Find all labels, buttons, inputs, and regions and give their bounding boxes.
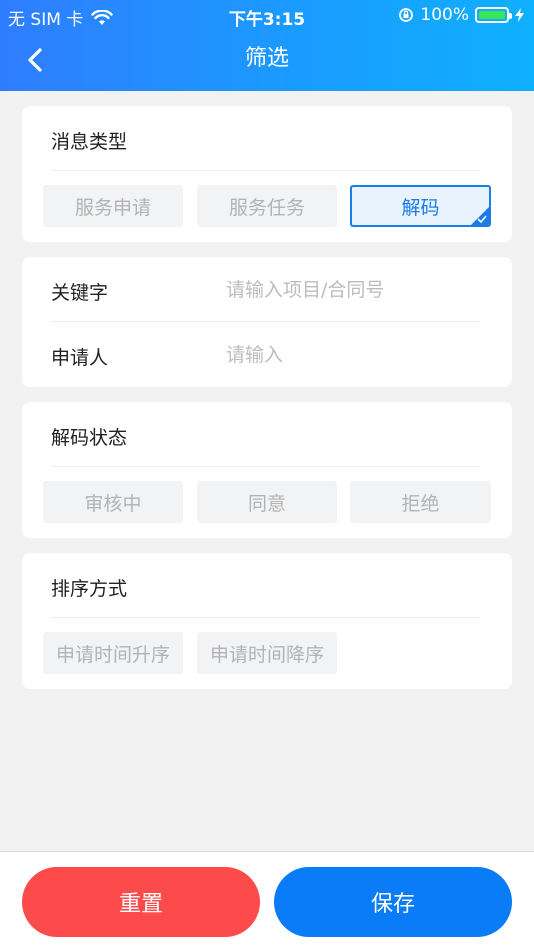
battery-cap: [509, 13, 512, 19]
header: 无 SIM 卡 下午3:15 100% 筛选: [0, 0, 534, 91]
sort-card: 排序方式 申请时间升序 申请时间降序: [22, 553, 512, 689]
keyword-input[interactable]: [226, 275, 486, 305]
orientation-lock-icon: [399, 8, 414, 22]
chip-label: 审核中: [84, 492, 142, 515]
decode-status-card: 解码状态 审核中 同意 拒绝: [22, 402, 512, 538]
check-icon: [477, 215, 487, 223]
applicant-label: 申请人: [51, 347, 109, 369]
chip-label: 申请时间降序: [209, 643, 324, 666]
divider: [51, 321, 480, 322]
keyword-label: 关键字: [51, 282, 109, 304]
chip-label: 拒绝: [401, 492, 440, 515]
chip-label: 申请时间升序: [55, 643, 170, 666]
chip-sort-descending[interactable]: 申请时间降序: [197, 632, 337, 674]
battery-fill: [479, 11, 505, 19]
message-type-card: 消息类型 服务申请 服务任务 解码: [22, 106, 512, 242]
bottom-action-bar: 重置 保存: [0, 851, 534, 950]
chip-label: 服务申请: [74, 196, 151, 219]
divider: [51, 466, 480, 467]
divider: [51, 170, 480, 171]
chip-label: 同意: [247, 492, 286, 515]
chip-label: 解码: [401, 196, 440, 219]
filter-screen: 无 SIM 卡 下午3:15 100% 筛选 消息类型 服务申请 服务任务 解码…: [0, 0, 534, 950]
chip-agree[interactable]: 同意: [197, 481, 337, 523]
sort-title: 排序方式: [51, 578, 128, 600]
save-button[interactable]: 保存: [274, 867, 512, 937]
chip-service-task[interactable]: 服务任务: [197, 185, 337, 227]
charging-icon: [515, 8, 524, 22]
battery-icon: [475, 7, 512, 23]
page-title: 筛选: [244, 46, 289, 71]
chip-service-request[interactable]: 服务申请: [43, 185, 183, 227]
status-right: 100%: [398, 5, 524, 25]
chip-reject[interactable]: 拒绝: [350, 481, 491, 523]
chip-decode[interactable]: 解码: [350, 185, 491, 227]
chip-sort-ascending[interactable]: 申请时间升序: [43, 632, 183, 674]
reset-button[interactable]: 重置: [22, 867, 260, 937]
chip-label: 服务任务: [228, 196, 305, 219]
message-type-title: 消息类型: [51, 131, 128, 153]
chip-under-review[interactable]: 审核中: [43, 481, 183, 523]
battery-percent: 100%: [420, 5, 469, 25]
search-fields-card: 关键字 申请人: [22, 257, 512, 387]
status-bar: 无 SIM 卡 下午3:15 100%: [0, 0, 534, 30]
applicant-input[interactable]: [226, 340, 486, 370]
decode-status-title: 解码状态: [51, 427, 128, 449]
divider: [51, 617, 480, 618]
nav-bar: 筛选: [0, 30, 534, 91]
